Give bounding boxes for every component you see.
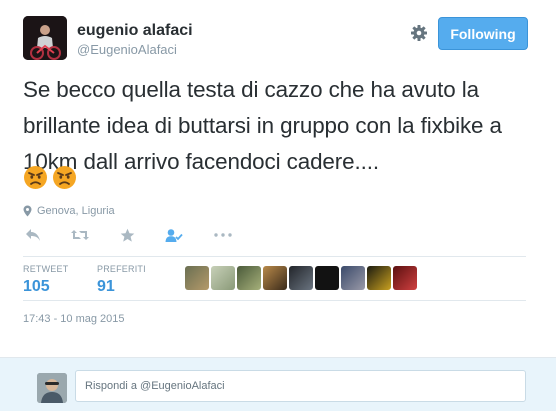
following-button[interactable]: Following: [438, 17, 528, 50]
retweet-stat-label: RETWEET: [23, 264, 69, 274]
avatar[interactable]: [263, 266, 287, 290]
tweet-location[interactable]: Genova, Liguria: [23, 205, 115, 217]
angry-face-icon: [53, 166, 76, 189]
avatar[interactable]: [237, 266, 261, 290]
favorite-stat[interactable]: PREFERITI 91: [97, 264, 146, 296]
avatar[interactable]: [393, 266, 417, 290]
avatar[interactable]: [211, 266, 235, 290]
retweet-count[interactable]: 105: [23, 278, 68, 296]
reply-icon[interactable]: [23, 226, 43, 244]
favorite-icon[interactable]: [117, 226, 137, 244]
favorite-stat-label: PREFERITI: [97, 264, 146, 274]
avatar[interactable]: [315, 266, 339, 290]
map-pin-icon: [23, 205, 32, 217]
divider: [23, 256, 526, 257]
location-label[interactable]: Genova, Liguria: [37, 205, 115, 217]
angry-face-icon: [24, 166, 47, 189]
favoriters-avatars: [185, 266, 417, 290]
emoji-row: [23, 165, 77, 190]
tweet-timestamp[interactable]: 17:43 - 10 mag 2015: [23, 313, 125, 325]
avatar[interactable]: [289, 266, 313, 290]
user-handle[interactable]: @EugenioAlafaci: [77, 42, 177, 58]
follow-icon[interactable]: [164, 226, 184, 244]
more-icon[interactable]: [213, 226, 233, 244]
tweet-text: Se becco quella testa di cazzo che ha av…: [23, 77, 502, 174]
avatar[interactable]: [367, 266, 391, 290]
avatar[interactable]: [341, 266, 365, 290]
retweet-icon[interactable]: [70, 226, 90, 244]
user-avatar[interactable]: [23, 16, 67, 60]
reply-input[interactable]: Rispondi a @EugenioAlafaci: [75, 370, 526, 402]
gear-icon[interactable]: [409, 23, 429, 43]
user-name[interactable]: eugenio alafaci: [77, 22, 193, 40]
favorite-count[interactable]: 91: [97, 278, 146, 296]
current-user-avatar: [37, 373, 67, 403]
divider: [23, 300, 526, 301]
retweet-stat[interactable]: RETWEET 105: [23, 264, 68, 296]
avatar[interactable]: [185, 266, 209, 290]
